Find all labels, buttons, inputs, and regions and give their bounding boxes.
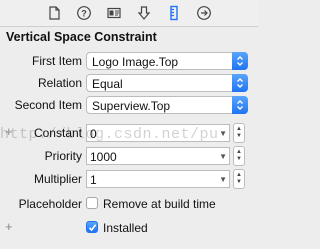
- attributes-icon: [137, 6, 151, 20]
- installed-row: + Installed: [0, 218, 258, 238]
- attributes-inspector-tab[interactable]: [134, 3, 154, 23]
- inspector-tab-bar: ?: [0, 0, 258, 27]
- svg-text:?: ?: [81, 9, 87, 19]
- multiplier-field[interactable]: 1 ▼: [86, 170, 230, 188]
- placeholder-row: Placeholder Remove at build time: [0, 194, 258, 214]
- constant-value: 0: [90, 127, 97, 141]
- chevron-updown-icon: [232, 96, 248, 114]
- multiplier-value: 1: [90, 173, 97, 187]
- multiplier-label: Multiplier: [33, 172, 82, 186]
- installed-checkbox[interactable]: [86, 221, 98, 233]
- connections-inspector-tab[interactable]: [194, 3, 214, 23]
- connections-icon: [197, 6, 211, 20]
- priority-row: Priority 1000 ▼ ▲ ▼: [0, 146, 258, 166]
- priority-stepper[interactable]: ▲ ▼: [233, 146, 245, 166]
- priority-label: Priority: [44, 149, 82, 163]
- constant-field[interactable]: 0 ▼: [86, 124, 230, 142]
- constant-stepper[interactable]: ▲ ▼: [233, 123, 245, 143]
- dropdown-arrow-icon[interactable]: ▼: [219, 152, 227, 161]
- second-item-label: Second Item: [14, 98, 82, 112]
- second-item-row: Second Item Superview.Top: [0, 95, 258, 115]
- second-item-popup[interactable]: Superview.Top: [86, 96, 248, 114]
- help-icon: ?: [77, 6, 91, 20]
- file-icon: [49, 6, 60, 20]
- relation-popup[interactable]: Equal: [86, 74, 248, 92]
- size-inspector-tab[interactable]: [164, 3, 184, 23]
- constant-label: Constant: [33, 126, 82, 140]
- stepper-up-icon[interactable]: ▲: [236, 149, 242, 156]
- relation-row: Relation Equal: [0, 73, 258, 93]
- identity-icon: [107, 7, 121, 19]
- stepper-up-icon[interactable]: ▲: [236, 172, 242, 179]
- first-item-value: Logo Image.Top: [92, 55, 179, 69]
- relation-value: Equal: [92, 77, 123, 91]
- first-item-popup[interactable]: Logo Image.Top: [86, 52, 248, 70]
- second-item-value: Superview.Top: [92, 99, 171, 113]
- remove-at-build-time-checkbox[interactable]: [86, 197, 98, 209]
- stepper-up-icon[interactable]: ▲: [236, 126, 242, 133]
- multiplier-stepper[interactable]: ▲ ▼: [233, 169, 245, 189]
- placeholder-label: Placeholder: [18, 197, 82, 211]
- multiplier-row: Multiplier 1 ▼ ▲ ▼: [0, 169, 258, 189]
- checkmark-icon: [88, 223, 96, 231]
- stepper-down-icon[interactable]: ▼: [236, 133, 242, 140]
- size-icon: [170, 5, 178, 21]
- priority-field[interactable]: 1000 ▼: [86, 147, 230, 165]
- relation-label: Relation: [37, 76, 82, 90]
- remove-at-build-time-label[interactable]: Remove at build time: [103, 197, 216, 211]
- stepper-down-icon[interactable]: ▼: [236, 179, 242, 186]
- installed-label[interactable]: Installed: [103, 221, 148, 235]
- add-variation-icon[interactable]: +: [5, 219, 13, 234]
- quick-help-tab[interactable]: ?: [74, 3, 94, 23]
- add-variation-icon[interactable]: +: [5, 124, 13, 139]
- chevron-updown-icon: [232, 52, 248, 70]
- file-inspector-tab[interactable]: [44, 3, 64, 23]
- priority-value: 1000: [90, 150, 117, 164]
- first-item-label: First Item: [32, 54, 82, 68]
- dropdown-arrow-icon[interactable]: ▼: [219, 129, 227, 138]
- chevron-updown-icon: [232, 74, 248, 92]
- identity-inspector-tab[interactable]: [104, 3, 124, 23]
- section-title: Vertical Space Constraint: [6, 30, 157, 44]
- stepper-down-icon[interactable]: ▼: [236, 156, 242, 163]
- dropdown-arrow-icon[interactable]: ▼: [219, 175, 227, 184]
- first-item-row: First Item Logo Image.Top: [0, 51, 258, 71]
- constant-row: + Constant 0 ▼ ▲ ▼: [0, 123, 258, 143]
